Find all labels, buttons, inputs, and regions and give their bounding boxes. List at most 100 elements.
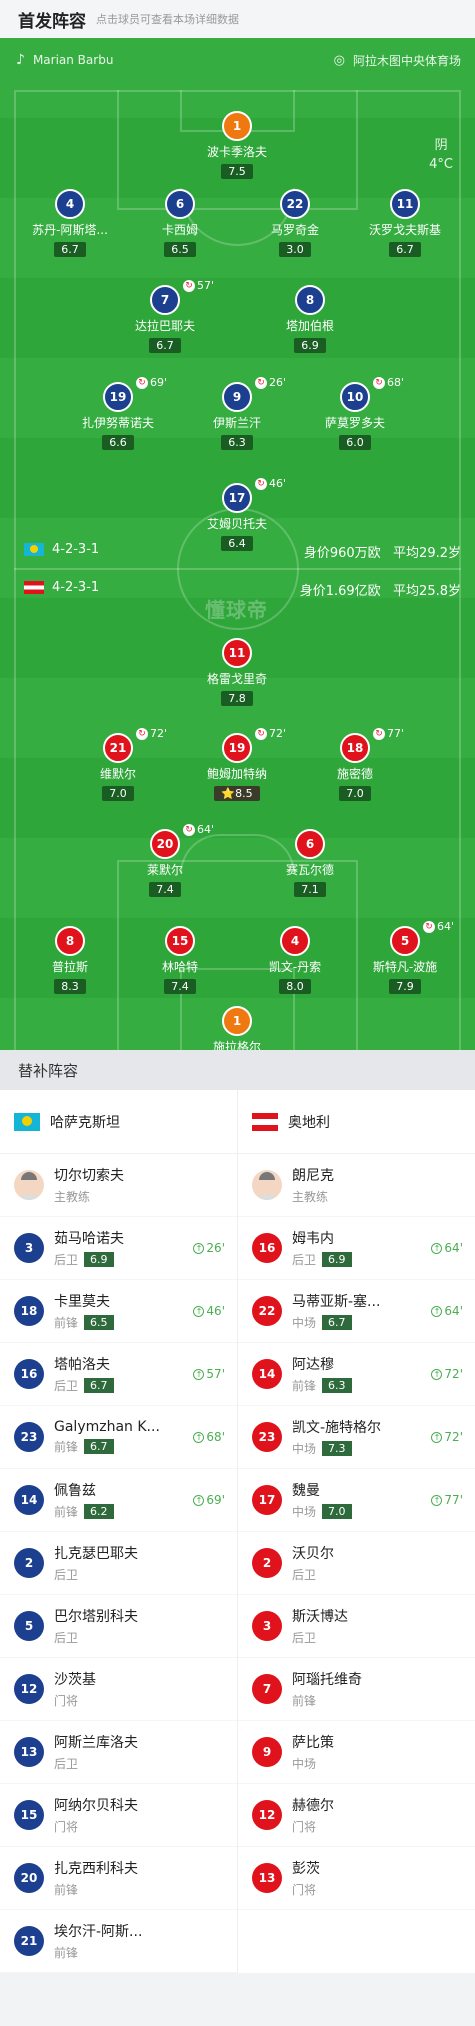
sub-position: 后卫 xyxy=(292,1631,317,1645)
home-player-11[interactable]: 17 ↻ 46' 艾姆贝托夫 6.4 xyxy=(177,477,297,551)
home-player-4[interactable]: 22 马罗奇金 3.0 xyxy=(235,189,355,257)
home-team-name: 哈萨克斯坦 xyxy=(50,1114,120,1131)
away-sub-row[interactable]: 3 斯沃博达后卫 xyxy=(238,1595,475,1658)
away-player-1[interactable]: 11 格雷戈里奇 7.8 xyxy=(177,638,297,706)
home-player-1[interactable]: 1 波卡季洛夫 7.5 xyxy=(177,111,297,179)
away-player-5[interactable]: 20 ↻ 64' 莱默尔 7.4 xyxy=(105,823,225,897)
home-age: 平均29.2岁 xyxy=(393,546,461,561)
home-player-10[interactable]: 10 ↻ 68' 萨莫罗多夫 6.0 xyxy=(295,376,415,450)
away-coach-row[interactable]: 朗尼克 主教练 xyxy=(238,1154,475,1217)
away-sub-row[interactable]: 12 赫德尔 门将 xyxy=(238,1784,475,1847)
home-player-8[interactable]: 19 ↻ 69' 扎伊努蒂诺夫 6.6 xyxy=(58,376,178,450)
rating-value: 7.0 xyxy=(109,787,127,800)
sub-in-arrow-icon: ↑ xyxy=(193,1305,205,1317)
sub-on-indicator: ↑ 26' xyxy=(193,1241,225,1255)
home-sub-row[interactable]: 20 扎克西利科夫 前锋 xyxy=(0,1847,237,1910)
away-player-11[interactable]: 1施拉格尔7.0 xyxy=(177,1006,297,1050)
home-sub-row[interactable]: 14 佩鲁兹 前锋 6.2 ↑ 69' xyxy=(0,1469,237,1532)
jersey-number: 22 xyxy=(252,1296,282,1326)
player-rating: ⭐8.5 xyxy=(214,786,260,801)
sub-in-arrow-icon: ↑ xyxy=(193,1368,205,1380)
home-player-9[interactable]: 9 ↻ 26' 伊斯兰汗 6.3 xyxy=(177,376,297,450)
away-team-bar: 4-2-3-1 身价1.69亿欧 平均25.8岁 xyxy=(0,580,475,600)
home-sub-row[interactable]: 13 阿斯兰库洛夫 后卫 xyxy=(0,1721,237,1784)
away-player-8[interactable]: 15 林哈特 7.4 xyxy=(120,926,240,994)
away-sub-row[interactable]: 13 彭茨 门将 xyxy=(238,1847,475,1910)
player-rating: 7.5 xyxy=(221,164,253,179)
home-sub-row[interactable]: 3 茹马哈诺夫 后卫 6.9 ↑ 26' xyxy=(0,1217,237,1280)
home-sub-row[interactable]: 2 扎克瑟巴耶夫 后卫 xyxy=(0,1532,237,1595)
away-player-4[interactable]: 18 ↻ 77' 施密德 7.0 xyxy=(295,727,415,801)
away-sub-row[interactable]: 16 姆韦内 后卫 6.9 ↑ 64' xyxy=(238,1217,475,1280)
lineup-header: 首发阵容 点击球员可查看本场详细数据 xyxy=(0,0,475,38)
home-sub-row[interactable]: 23 Galymzhan K... 前锋 6.7 ↑ 68' xyxy=(0,1406,237,1469)
home-sub-row[interactable]: 16 塔帕洛夫 后卫 6.7 ↑ 57' xyxy=(0,1343,237,1406)
player-name: 艾姆贝托夫 xyxy=(206,517,267,531)
sub-on-indicator: ↑ 68' xyxy=(193,1430,225,1444)
sub-on-time: 72' xyxy=(444,1367,463,1381)
sub-position: 后卫 xyxy=(292,1253,317,1267)
jersey-number: 4 xyxy=(280,926,310,956)
home-sub-row[interactable]: 21 埃尔汗-阿斯... 前锋 xyxy=(0,1910,237,1973)
home-player-5[interactable]: 11 沃罗戈夫斯基 6.7 xyxy=(345,189,465,257)
home-player-7[interactable]: 8 塔加伯根 6.9 xyxy=(250,285,370,353)
player-name: 塔加伯根 xyxy=(285,319,334,333)
player-rating: 7.4 xyxy=(149,882,181,897)
away-player-7[interactable]: 8 普拉斯 8.3 xyxy=(10,926,130,994)
player-rating: 7.9 xyxy=(389,979,421,994)
sub-time: 69' xyxy=(150,376,168,389)
sub-off-indicator: ↻ 72' xyxy=(136,727,167,740)
away-sub-row[interactable]: 14 阿达穆 前锋 6.3 ↑ 72' xyxy=(238,1343,475,1406)
sub-time: 57' xyxy=(197,279,215,292)
sub-in-arrow-icon: ↑ xyxy=(193,1431,205,1443)
away-sub-row[interactable]: 23 凯文-施特格尔 中场 7.3 ↑ 72' xyxy=(238,1406,475,1469)
player-rating: 8.0 xyxy=(279,979,311,994)
jersey-number: 23 xyxy=(14,1422,44,1452)
home-player-3[interactable]: 6 卡西姆 6.5 xyxy=(120,189,240,257)
sub-player-name: 斯沃博达 xyxy=(292,1609,348,1625)
away-player-10[interactable]: 5 ↻ 64' 斯特凡-波施 7.9 xyxy=(345,920,465,994)
sub-on-time: 64' xyxy=(444,1241,463,1255)
away-player-3[interactable]: 19 ↻ 72' 鲍姆加特纳 ⭐8.5 xyxy=(177,727,297,801)
away-player-9[interactable]: 4 凯文-丹索 8.0 xyxy=(235,926,355,994)
home-sub-row[interactable]: 15 阿纳尔贝科夫 门将 xyxy=(0,1784,237,1847)
sub-on-time: 77' xyxy=(444,1493,463,1507)
sub-time: 26' xyxy=(269,376,287,389)
sub-on-time: 57' xyxy=(206,1367,225,1381)
sub-on-indicator: ↑ 57' xyxy=(193,1367,225,1381)
subs-title: 替补阵容 xyxy=(0,1050,475,1090)
sub-player-name: 马蒂亚斯-塞... xyxy=(292,1294,381,1310)
home-coach-row[interactable]: 切尔切索夫 主教练 xyxy=(0,1154,237,1217)
home-player-6[interactable]: 7 ↻ 57' 达拉巴耶夫 6.7 xyxy=(105,279,225,353)
away-sub-row[interactable]: 22 马蒂亚斯-塞... 中场 6.7 ↑ 64' xyxy=(238,1280,475,1343)
sub-position: 前锋 xyxy=(292,1379,317,1393)
away-sub-row[interactable]: 9 萨比策 中场 xyxy=(238,1721,475,1784)
player-rating: 6.4 xyxy=(221,536,253,551)
home-sub-row[interactable]: 18 卡里莫夫 前锋 6.5 ↑ 46' xyxy=(0,1280,237,1343)
away-sub-row[interactable]: 17 魏曼 中场 7.0 ↑ 77' xyxy=(238,1469,475,1532)
away-sub-row[interactable]: 2 沃贝尔 后卫 xyxy=(238,1532,475,1595)
sub-player-name: 凯文-施特格尔 xyxy=(292,1420,382,1436)
sub-player-name: 巴尔塔别科夫 xyxy=(54,1609,138,1625)
star-icon: ⭐ xyxy=(221,787,236,800)
away-team-name: 奥地利 xyxy=(288,1114,330,1131)
jersey-number: 3 xyxy=(252,1611,282,1641)
away-player-6[interactable]: 6 赛瓦尔德 7.1 xyxy=(250,829,370,897)
home-sub-row[interactable]: 12 沙茨基 门将 xyxy=(0,1658,237,1721)
sub-icon: ↻ xyxy=(136,376,148,389)
sub-position: 后卫 xyxy=(54,1631,79,1645)
player-rating: 7.8 xyxy=(221,691,253,706)
away-sub-row[interactable]: 7 阿瑙托维奇 前锋 xyxy=(238,1658,475,1721)
sub-position: 前锋 xyxy=(292,1694,317,1708)
rating-value: 7.4 xyxy=(171,980,189,993)
rating-value: 6.9 xyxy=(301,339,319,352)
player-name: 达拉巴耶夫 xyxy=(134,319,195,333)
home-sub-row[interactable]: 5 巴尔塔别科夫 后卫 xyxy=(0,1595,237,1658)
sub-player-name: 姆韦内 xyxy=(292,1231,334,1247)
home-player-2[interactable]: 4 苏丹-阿斯塔... 6.7 xyxy=(10,189,130,257)
away-player-2[interactable]: 21 ↻ 72' 维默尔 7.0 xyxy=(58,727,178,801)
sub-player-name: 阿瑙托维奇 xyxy=(292,1672,362,1688)
jersey-number: 6 xyxy=(165,189,195,219)
sub-icon: ↻ xyxy=(255,376,267,389)
stadium-info: ◎ 阿拉木图中央体育场 xyxy=(334,52,461,69)
